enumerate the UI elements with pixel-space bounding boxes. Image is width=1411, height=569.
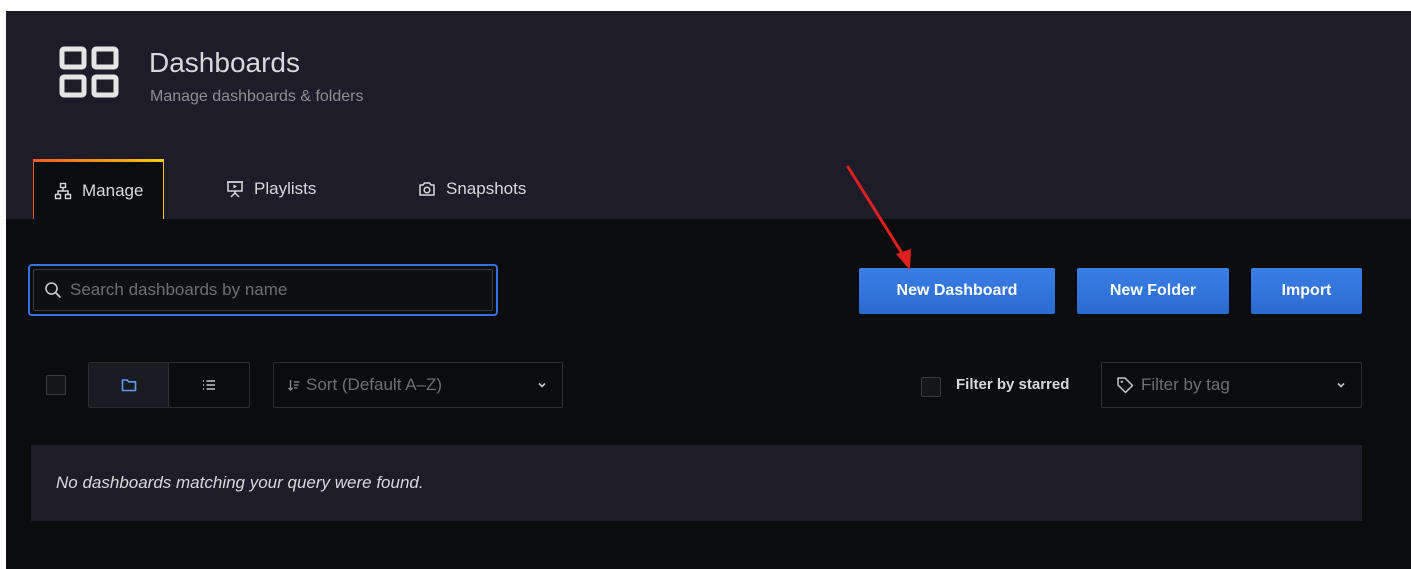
search-box: [28, 264, 498, 316]
list-icon: [203, 380, 215, 390]
camera-icon: [419, 182, 435, 196]
select-all-checkbox[interactable]: [46, 375, 66, 395]
tab-manage-label: Manage: [82, 180, 144, 200]
page-subtitle: Manage dashboards & folders: [150, 88, 364, 105]
sort-icon: [288, 380, 300, 391]
sort-select[interactable]: Sort (Default A–Z): [273, 362, 563, 408]
sitemap-icon: [54, 182, 72, 199]
folder-view-button[interactable]: [89, 363, 169, 407]
new-dashboard-button[interactable]: New Dashboard: [859, 268, 1055, 314]
view-mode-toggle: [88, 362, 250, 408]
list-view-button[interactable]: [169, 363, 249, 407]
import-button[interactable]: Import: [1251, 268, 1362, 314]
tab-manage[interactable]: Manage: [33, 159, 165, 219]
app-window: Dashboards Manage dashboards & folders M…: [6, 11, 1411, 569]
search-icon: [45, 282, 61, 298]
sort-label: Sort (Default A–Z): [306, 375, 443, 394]
new-folder-button[interactable]: New Folder: [1077, 268, 1229, 314]
filter-starred-label[interactable]: Filter by starred: [956, 375, 1069, 395]
folder-icon: [121, 379, 136, 392]
filter-tag-placeholder: Filter by tag: [1141, 375, 1230, 394]
tag-icon: [1117, 377, 1134, 394]
page-title: Dashboards: [149, 47, 300, 78]
dashboards-grid-icon: [59, 46, 119, 98]
search-field: [33, 269, 493, 311]
search-input[interactable]: [62, 269, 492, 311]
tab-snapshots-label: Snapshots: [446, 179, 527, 198]
empty-state-panel: No dashboards matching your query were f…: [31, 445, 1362, 521]
chevron-down-icon: [1337, 382, 1345, 388]
chevron-down-icon: [538, 382, 546, 388]
empty-state-message: No dashboards matching your query were f…: [56, 473, 424, 492]
page-header: Dashboards Manage dashboards & folders M…: [6, 11, 1411, 219]
filter-starred-checkbox[interactable]: [921, 377, 941, 397]
tab-playlists[interactable]: Playlists: [226, 159, 316, 219]
tab-snapshots[interactable]: Snapshots: [418, 159, 526, 219]
tab-playlists-label: Playlists: [254, 179, 317, 198]
presentation-icon: [227, 181, 243, 198]
filter-tag-select[interactable]: Filter by tag: [1101, 362, 1362, 408]
